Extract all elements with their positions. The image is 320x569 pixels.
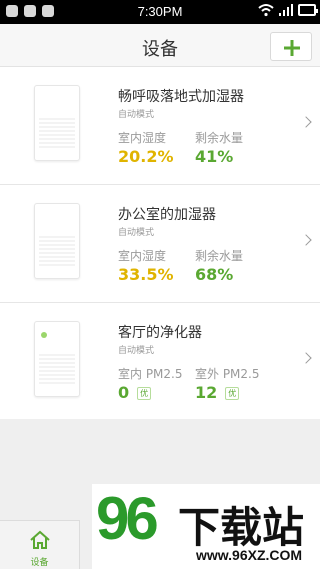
wifi-icon: [258, 4, 274, 17]
app-header: 设备: [0, 24, 320, 67]
device-name: 办公室的加湿器: [118, 207, 216, 223]
home-icon: [30, 530, 50, 549]
status-bar: 7:30PM: [0, 0, 320, 24]
indoor-pm25-value: 0优: [118, 383, 152, 402]
air-purifier-image: [34, 321, 80, 397]
device-mode: 自动模式: [118, 228, 155, 238]
indoor-humidity-value: 20.2%: [118, 147, 174, 166]
device-item[interactable]: 客厅的净化器 自动模式 室内 PM2.5 室外 PM2.5 0优 12 优: [0, 303, 320, 419]
indoor-humidity-label: 室内湿度: [118, 249, 167, 263]
device-list: 畅呼吸落地式加湿器 自动模式 室内湿度 剩余水量 20.2% 41% 办公室的加…: [0, 67, 320, 419]
outdoor-pm25-value: 12 优: [195, 383, 240, 402]
indoor-humidity-label: 室内湿度: [118, 131, 167, 145]
water-level-value: 68%: [195, 265, 234, 284]
outdoor-pm25-label: 室外 PM2.5: [195, 367, 260, 381]
watermark-text: 下载站: [178, 503, 305, 552]
humidifier-image: [34, 85, 80, 161]
indoor-pm25-label: 室内 PM2.5: [118, 367, 183, 381]
watermark-url: www.96XZ.COM: [196, 547, 303, 563]
outdoor-pm25-number: 12: [195, 383, 218, 402]
air-quality-badge: 优: [225, 387, 240, 400]
water-level-label: 剩余水量: [195, 131, 244, 145]
watermark-number: 96: [96, 485, 159, 552]
device-name: 客厅的净化器: [118, 325, 202, 341]
device-item[interactable]: 办公室的加湿器 自动模式 室内湿度 剩余水量 33.5% 68%: [0, 185, 320, 303]
signal-icon: [279, 4, 293, 16]
watermark-logo: 96 下载站 www.96XZ.COM: [92, 484, 320, 569]
device-item[interactable]: 畅呼吸落地式加湿器 自动模式 室内湿度 剩余水量 20.2% 41%: [0, 67, 320, 185]
device-mode: 自动模式: [118, 110, 155, 120]
plus-icon: [284, 40, 300, 56]
tab-devices-label: 设备: [30, 558, 49, 568]
status-right-icons: [258, 3, 318, 17]
device-mode: 自动模式: [118, 346, 155, 356]
device-name: 畅呼吸落地式加湿器: [118, 89, 244, 105]
tab-devices[interactable]: 设备: [0, 520, 80, 569]
battery-icon: [298, 4, 318, 16]
water-level-value: 41%: [195, 147, 234, 166]
indoor-humidity-value: 33.5%: [118, 265, 174, 284]
indoor-pm25-number: 0: [118, 383, 130, 402]
water-level-label: 剩余水量: [195, 249, 244, 263]
chevron-right-icon: [300, 116, 312, 128]
add-device-button[interactable]: [270, 32, 312, 61]
chevron-right-icon: [300, 352, 312, 364]
chevron-right-icon: [300, 234, 312, 246]
humidifier-image: [34, 203, 80, 279]
air-quality-badge: 优: [137, 387, 152, 400]
